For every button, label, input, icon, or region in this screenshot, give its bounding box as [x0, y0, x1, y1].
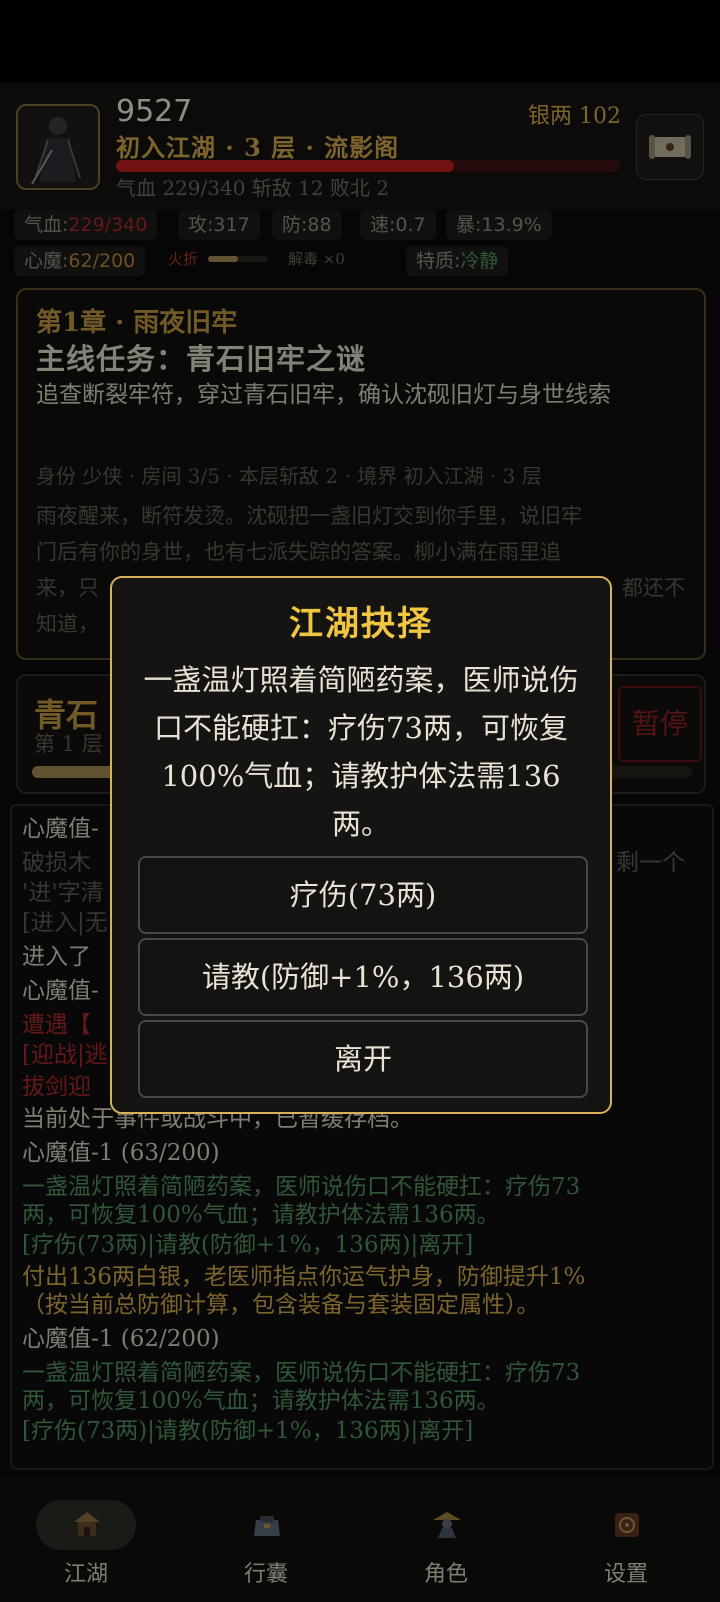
leave-button[interactable]: 离开 — [138, 1020, 588, 1098]
choice-dialog: 江湖抉择 一盏温灯照着简陋药案，医师说伤口不能硬扛：疗伤73两，可恢复100%气… — [110, 576, 612, 1114]
learn-defense-button[interactable]: 请教(防御+1%，136两) — [138, 938, 588, 1016]
heal-button[interactable]: 疗伤(73两) — [138, 856, 588, 934]
dialog-title: 江湖抉择 — [289, 604, 433, 644]
dialog-message: 一盏温灯照着简陋药案，医师说伤口不能硬扛：疗伤73两，可恢复100%气血；请教护… — [143, 663, 579, 841]
